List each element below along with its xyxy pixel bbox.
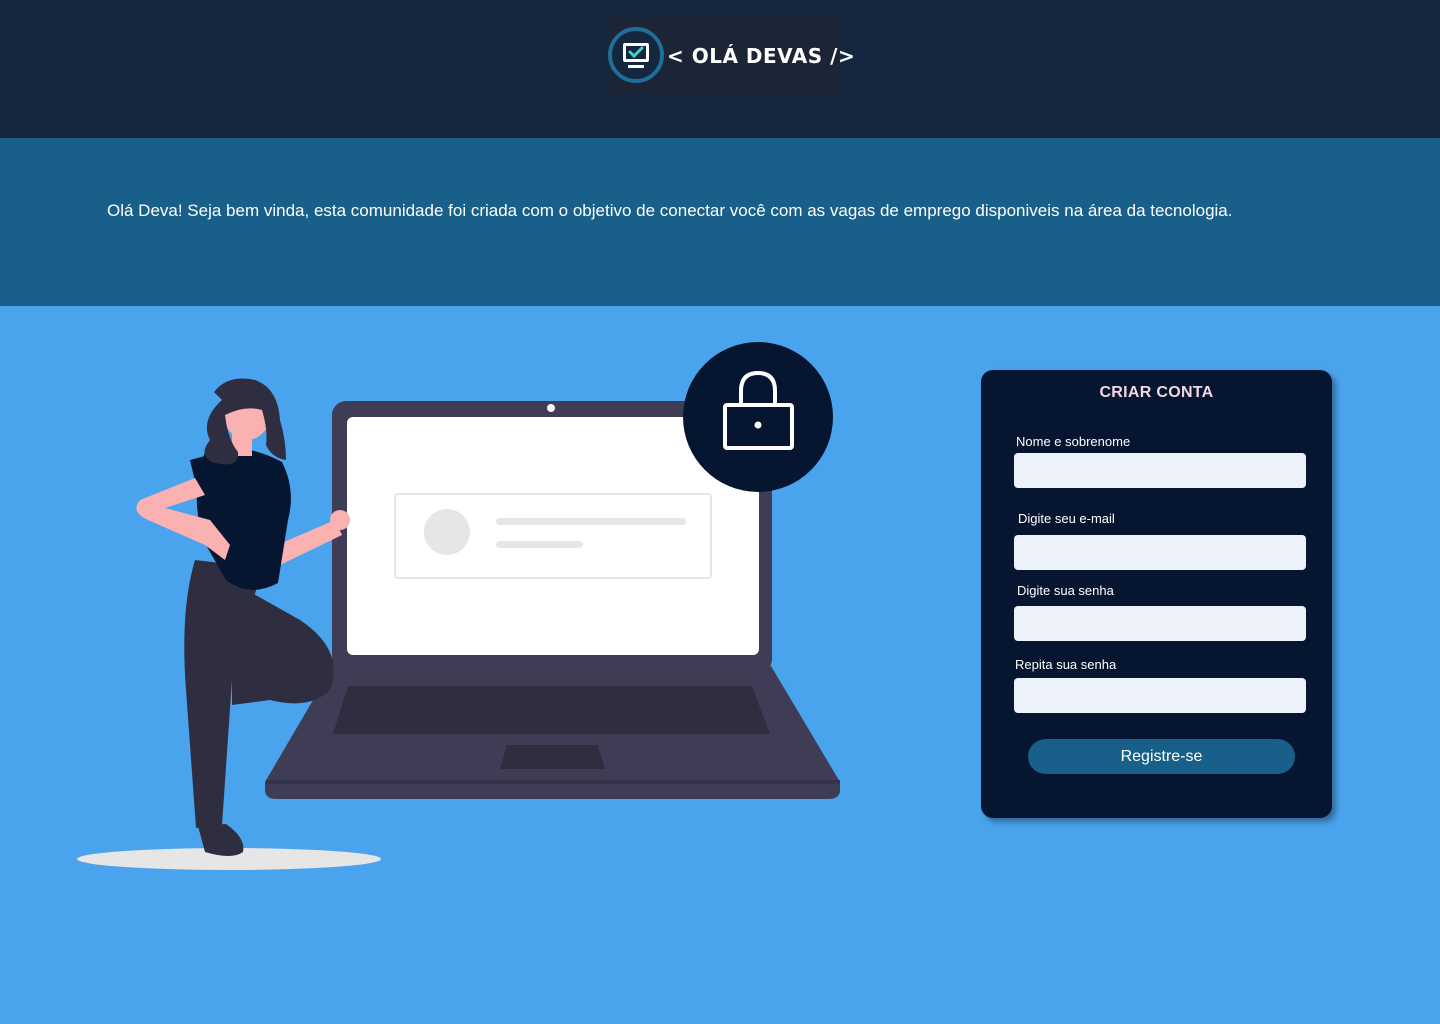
register-button[interactable]: Registre-se [1028,739,1295,774]
confirm-password-label: Repita sua senha [1015,657,1117,672]
email-label: Digite seu e-mail [1018,511,1115,526]
password-input[interactable] [1014,606,1306,641]
signup-title: CRIAR CONTA [1099,384,1214,401]
confirm-password-input[interactable] [1014,678,1306,713]
welcome-banner: Olá Deva! Seja bem vinda, esta comunidad… [0,138,1440,306]
logo[interactable]: < OLÁ DEVAS /> [605,18,855,94]
welcome-text: Olá Deva! Seja bem vinda, esta comunidad… [107,201,1233,220]
name-label: Nome e sobrenome [1016,434,1131,449]
password-label: Digite sua senha [1017,583,1114,598]
login-illustration [77,342,840,870]
avatar-placeholder-icon [394,493,712,579]
signup-card: CRIAR CONTA Nome e sobrenome Digite seu … [981,370,1332,818]
site-header: < OLÁ DEVAS /> [0,0,1440,138]
logo-text: < OLÁ DEVAS /> [667,44,856,68]
lock-icon [683,342,833,492]
email-input[interactable] [1014,535,1306,570]
monitor-check-icon [608,27,664,83]
name-input[interactable] [1014,453,1306,488]
